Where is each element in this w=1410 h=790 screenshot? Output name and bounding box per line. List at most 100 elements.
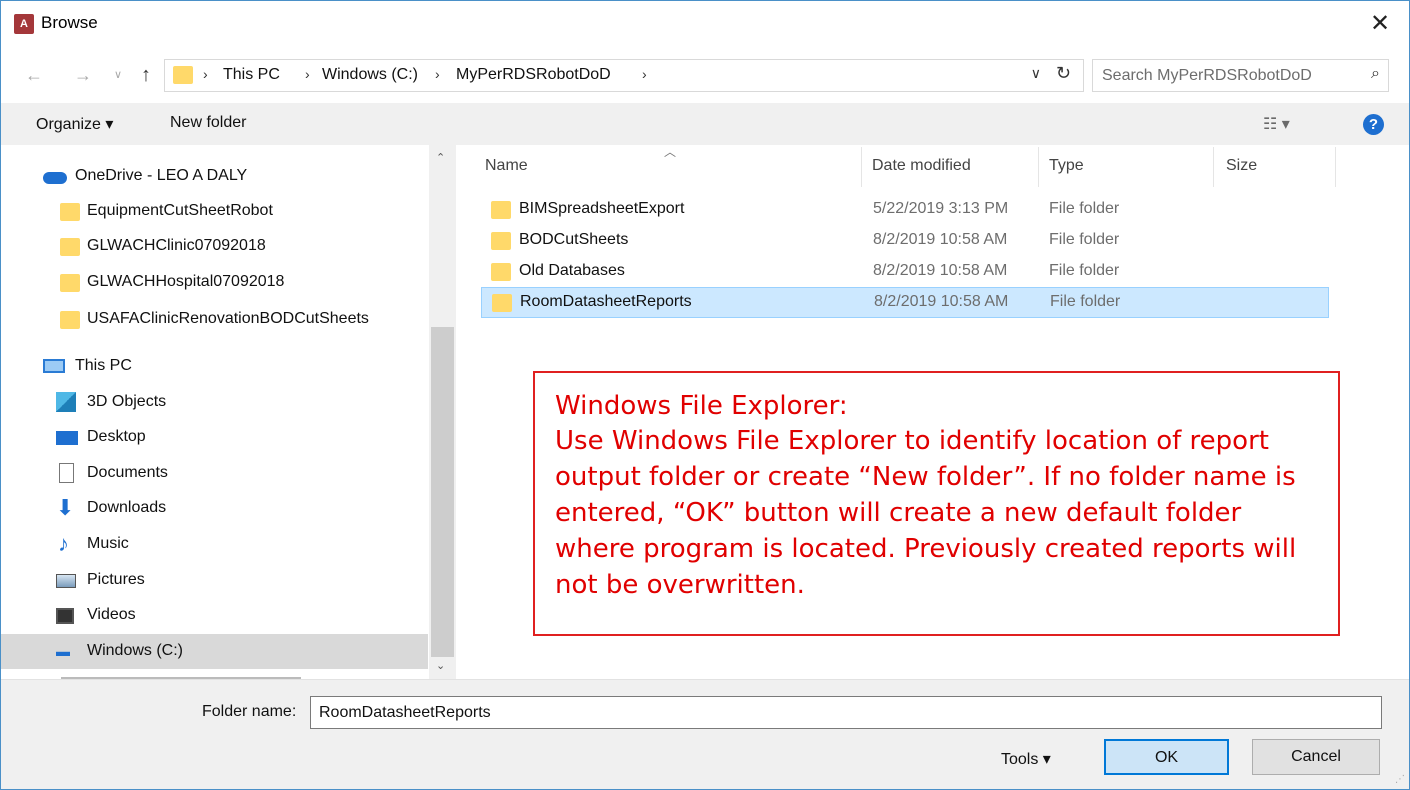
- bottom-panel: Folder name: Tools ▾ OK Cancel ⋰: [1, 679, 1409, 789]
- folder-name-label: Folder name:: [202, 703, 297, 720]
- close-button[interactable]: ✕: [1365, 9, 1395, 39]
- folder-icon: [60, 274, 80, 292]
- documents-icon: [59, 463, 74, 483]
- forward-arrow-icon[interactable]: →: [72, 63, 94, 87]
- nav-item-this-pc[interactable]: This PC: [1, 349, 428, 384]
- resize-grip-icon[interactable]: ⋰: [1395, 774, 1405, 785]
- nav-item-label: Pictures: [87, 571, 145, 588]
- 3d-objects-icon: [56, 392, 76, 412]
- desktop-icon: [56, 431, 78, 445]
- nav-item-glwachhospital[interactable]: GLWACHHospital07092018: [1, 265, 428, 300]
- file-name: BODCutSheets: [519, 231, 629, 248]
- column-divider[interactable]: [1335, 147, 1336, 187]
- ok-button[interactable]: OK: [1104, 739, 1229, 775]
- pictures-icon: [56, 574, 76, 588]
- nav-item-label: GLWACHHospital07092018: [87, 273, 285, 290]
- breadcrumb-myperrdsrobotdod[interactable]: MyPerRDSRobotDoD: [456, 66, 611, 84]
- onedrive-icon: [43, 172, 67, 184]
- drive-icon: ▬: [56, 643, 70, 659]
- search-placeholder: Search MyPerRDSRobotDoD: [1102, 67, 1312, 84]
- window-title: Browse: [41, 13, 98, 32]
- file-row-selected[interactable]: RoomDatasheetReports 8/2/2019 10:58 AM F…: [481, 287, 1329, 318]
- nav-item-label: Videos: [87, 606, 136, 623]
- folder-icon: [60, 238, 80, 256]
- folder-icon: [491, 201, 511, 219]
- refresh-icon[interactable]: ↻: [1056, 63, 1071, 84]
- nav-item-videos[interactable]: Videos: [1, 598, 428, 633]
- address-dropdown-chevron-icon[interactable]: ∨: [1031, 65, 1041, 82]
- nav-item-3d-objects[interactable]: 3D Objects: [1, 385, 428, 420]
- annotation-callout: Windows File Explorer: Use Windows File …: [533, 371, 1340, 636]
- chevron-right-icon: ›: [305, 66, 310, 82]
- nav-item-music[interactable]: ♪ Music: [1, 527, 428, 562]
- nav-item-onedrive[interactable]: OneDrive - LEO A DALY: [1, 159, 428, 194]
- file-name: Old Databases: [519, 262, 625, 279]
- folder-icon: [60, 311, 80, 329]
- nav-item-label: This PC: [75, 357, 132, 374]
- nav-item-label: Downloads: [87, 499, 167, 516]
- address-row: ← → ∨ ↑ › This PC › Windows (C:) › MyPer…: [1, 57, 1409, 93]
- nav-item-desktop[interactable]: Desktop: [1, 420, 428, 455]
- column-header-size[interactable]: Size: [1226, 157, 1257, 175]
- breadcrumb-windows-c[interactable]: Windows (C:): [322, 66, 418, 84]
- address-bar[interactable]: › This PC › Windows (C:) › MyPerRDSRobot…: [164, 59, 1084, 92]
- file-date-modified: 5/22/2019 3:13 PM: [873, 200, 1009, 217]
- file-row[interactable]: BIMSpreadsheetExport 5/22/2019 3:13 PM F…: [481, 195, 1329, 226]
- file-type: File folder: [1050, 293, 1121, 310]
- search-input[interactable]: Search MyPerRDSRobotDoD ⌕: [1092, 59, 1389, 92]
- back-arrow-icon[interactable]: ←: [23, 63, 45, 87]
- column-divider[interactable]: [1038, 147, 1039, 187]
- folder-name-input[interactable]: [310, 696, 1382, 729]
- file-name: BIMSpreadsheetExport: [519, 200, 685, 217]
- nav-item-windows-c[interactable]: ▬ Windows (C:): [1, 634, 428, 669]
- nav-item-label: Desktop: [87, 428, 146, 445]
- browse-dialog: A Browse ✕ ← → ∨ ↑ › This PC › Windows (…: [0, 0, 1410, 790]
- nav-item-label: Documents: [87, 464, 168, 481]
- file-date-modified: 8/2/2019 10:58 AM: [873, 262, 1008, 279]
- change-view-icon[interactable]: ☷ ▾: [1263, 114, 1290, 134]
- callout-body: Use Windows File Explorer to identify lo…: [555, 426, 1297, 600]
- search-icon: ⌕: [1371, 65, 1380, 82]
- column-divider[interactable]: [861, 147, 862, 187]
- nav-item-pictures[interactable]: Pictures: [1, 563, 428, 598]
- folder-icon: [491, 263, 511, 281]
- breadcrumb-this-pc[interactable]: This PC: [223, 66, 280, 84]
- column-header-type[interactable]: Type: [1049, 157, 1084, 175]
- recent-locations-chevron-icon[interactable]: ∨: [107, 63, 129, 87]
- nav-item-label: GLWACHClinic07092018: [87, 237, 266, 254]
- column-header-name[interactable]: Name: [485, 157, 528, 175]
- file-row[interactable]: Old Databases 8/2/2019 10:58 AM File fol…: [481, 257, 1329, 288]
- folder-icon: [60, 203, 80, 221]
- access-app-icon: A: [14, 14, 34, 34]
- cancel-button[interactable]: Cancel: [1252, 739, 1380, 775]
- chevron-right-icon: ›: [435, 66, 440, 82]
- scroll-down-arrow-icon[interactable]: ⌄: [436, 659, 445, 672]
- organize-button[interactable]: Organize ▾: [36, 114, 113, 134]
- folder-icon: [492, 294, 512, 312]
- file-date-modified: 8/2/2019 10:58 AM: [874, 293, 1009, 310]
- folder-icon: [491, 232, 511, 250]
- chevron-right-icon: ›: [642, 66, 647, 82]
- column-header-date-modified[interactable]: Date modified: [872, 157, 971, 175]
- nav-item-glwachclinic[interactable]: GLWACHClinic07092018: [1, 229, 428, 264]
- nav-item-documents[interactable]: Documents: [1, 456, 428, 491]
- new-folder-button[interactable]: New folder: [170, 114, 246, 132]
- videos-icon: [56, 608, 74, 624]
- up-arrow-icon[interactable]: ↑: [135, 63, 157, 87]
- scroll-up-arrow-icon[interactable]: ⌃: [436, 151, 445, 164]
- nav-item-downloads[interactable]: ⬇ Downloads: [1, 491, 428, 526]
- nav-pane-scrollbar[interactable]: ⌃ ⌄: [429, 145, 456, 679]
- this-pc-icon: [43, 359, 65, 373]
- scrollbar-thumb[interactable]: [431, 327, 454, 657]
- help-icon[interactable]: ?: [1363, 114, 1384, 135]
- title-bar: A Browse ✕: [1, 1, 1409, 47]
- nav-item-usafaclinic[interactable]: USAFAClinicRenovationBODCutSheets: [1, 302, 428, 337]
- column-divider[interactable]: [1213, 147, 1214, 187]
- command-toolbar: Organize ▾ New folder ☷ ▾ ?: [1, 103, 1409, 145]
- file-row[interactable]: BODCutSheets 8/2/2019 10:58 AM File fold…: [481, 226, 1329, 257]
- file-type: File folder: [1049, 200, 1120, 217]
- tools-button[interactable]: Tools ▾: [1001, 749, 1051, 769]
- nav-item-equipmentcutsheetrobot[interactable]: EquipmentCutSheetRobot: [1, 194, 428, 229]
- folder-icon: [173, 66, 193, 84]
- nav-item-label: OneDrive - LEO A DALY: [75, 167, 248, 184]
